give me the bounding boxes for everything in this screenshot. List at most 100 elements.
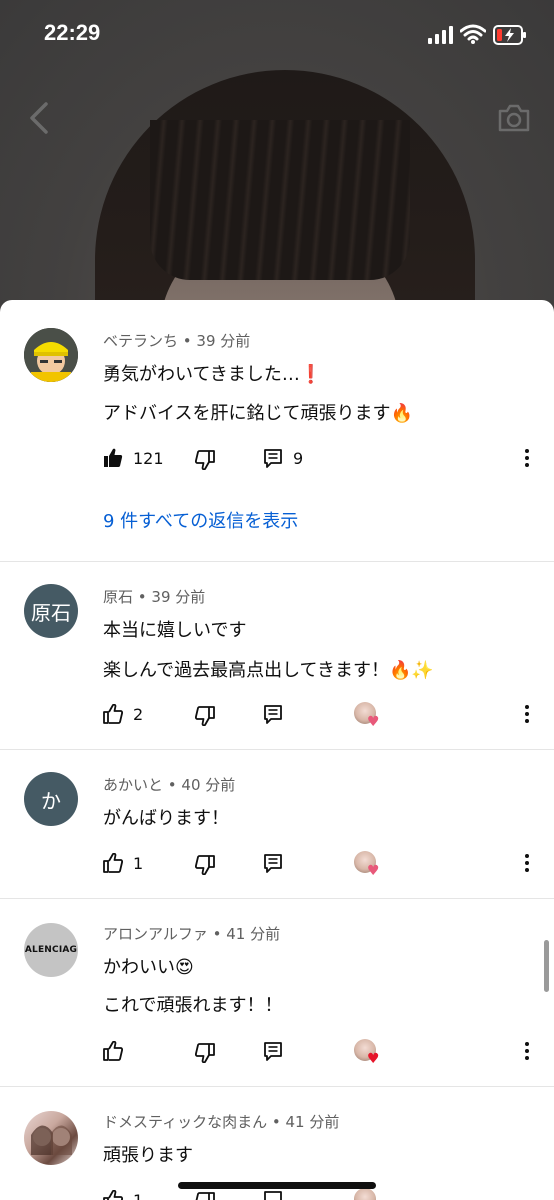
home-indicator[interactable] [178, 1182, 376, 1189]
meta-separator: • [137, 588, 152, 606]
comment-text: 勇気がわいてきました…❗️ [103, 364, 323, 385]
like-button[interactable]: 1 [103, 853, 143, 873]
reply-comment-icon [264, 449, 282, 468]
scrollbar-thumb[interactable] [544, 940, 549, 992]
comment-age: 41 分前 [226, 925, 281, 943]
creator-heart-badge: ♥ [354, 702, 386, 732]
reply-button[interactable] [263, 1041, 283, 1061]
meta-separator: • [212, 925, 227, 943]
comment-text: アドバイスを肝に銘じて頑張ります🔥 [103, 403, 413, 424]
avatar-brand-text: ALENCIAG [24, 945, 78, 955]
reply-count: 9 [293, 448, 304, 468]
more-options-icon[interactable] [519, 853, 535, 873]
back-arrow-icon[interactable] [24, 100, 54, 136]
like-button[interactable]: 121 [103, 448, 164, 468]
comment-meta: ドメスティックな肉まん • 41 分前 [103, 1111, 339, 1132]
avatar[interactable] [24, 1111, 78, 1165]
heart-icon: ♥ [367, 714, 380, 730]
avatar[interactable]: ALENCIAG [24, 923, 78, 977]
reply-button[interactable] [263, 704, 283, 724]
comment-author[interactable]: 原石 [103, 588, 133, 606]
more-options-icon[interactable] [519, 448, 535, 468]
comment-item: か あかいと • 40 分前 がんばります！ 1 ♥ [0, 750, 554, 898]
like-button[interactable]: 2 [103, 704, 143, 724]
avatar-initials: か [41, 788, 61, 813]
creator-avatar [354, 1188, 376, 1200]
reply-button[interactable]: 9 [263, 448, 303, 468]
comments-panel[interactable]: ベテランち • 39 分前 勇気がわいてきました…❗️ アドバイスを肝に銘じて頑… [0, 300, 554, 1200]
avatar-initials: 原石 [31, 600, 71, 625]
thumbs-down-icon [195, 1043, 215, 1063]
avatar[interactable] [24, 328, 78, 382]
dislike-button[interactable] [195, 855, 215, 875]
comment-age: 39 分前 [151, 588, 206, 606]
dislike-button[interactable] [195, 706, 215, 726]
avatar[interactable]: 原石 [24, 584, 78, 638]
battery-charging-icon [493, 25, 526, 45]
reply-comment-icon [264, 705, 282, 724]
comment-author[interactable]: ドメスティックな肉まん [103, 1113, 267, 1131]
status-time: 22:29 [44, 20, 101, 45]
heart-icon: ♥ [367, 1051, 380, 1067]
meta-separator: • [182, 332, 197, 350]
avatar-illustration [24, 328, 78, 382]
comment-age: 40 分前 [181, 776, 236, 794]
thumbs-up-filled-icon [104, 448, 123, 467]
status-bar: 22:29 [0, 0, 554, 70]
meta-separator: • [271, 1113, 286, 1131]
comment-age: 39 分前 [196, 332, 251, 350]
comment-meta: 原石 • 39 分前 [103, 586, 205, 607]
creator-heart-badge: ♥ [354, 851, 386, 881]
reply-comment-icon [264, 854, 282, 873]
more-options-icon[interactable] [519, 704, 535, 724]
thumbs-up-icon [103, 1041, 123, 1061]
comment-item: ALENCIAG アロンアルファ • 41 分前 かわいい😍 これで頑張れます！… [0, 899, 554, 1086]
comment-item: ベテランち • 39 分前 勇気がわいてきました…❗️ アドバイスを肝に銘じて頑… [0, 300, 554, 562]
thumbs-up-icon [103, 1190, 123, 1200]
heart-icon: ♥ [367, 863, 380, 879]
comment-text: がんばります！ [103, 808, 229, 829]
like-button[interactable] [103, 1041, 123, 1061]
dislike-button[interactable] [195, 1043, 215, 1063]
cellular-signal-icon [428, 26, 453, 44]
thumbs-up-icon [103, 704, 123, 724]
comment-text: 頑張ります [103, 1145, 193, 1166]
reply-comment-icon [264, 1191, 282, 1200]
creator-heart-badge: ♥ [354, 1039, 386, 1069]
avatar[interactable]: か [24, 772, 78, 826]
thumbs-down-icon [195, 450, 215, 470]
like-count: 1 [133, 1190, 144, 1200]
camera-icon[interactable] [496, 102, 532, 134]
comment-item: 原石 原石 • 39 分前 本当に嬉しいです 楽しんで過去最高点出してきます！🔥… [0, 562, 554, 749]
comment-author[interactable]: あかいと [103, 776, 163, 794]
comment-text: これで頑張れます！！ [103, 995, 283, 1016]
like-count: 1 [133, 853, 144, 873]
thumbs-up-icon [103, 853, 123, 873]
comment-text: 楽しんで過去最高点出してきます！🔥✨ [103, 660, 434, 681]
reply-button[interactable] [263, 1190, 283, 1200]
comment-text: かわいい😍 [103, 957, 194, 978]
wifi-icon [460, 24, 486, 44]
reply-button[interactable] [263, 853, 283, 873]
dislike-button[interactable] [195, 450, 215, 470]
more-options-icon[interactable] [519, 1041, 535, 1061]
comment-author[interactable]: ベテランち [103, 332, 178, 350]
comment-meta: ベテランち • 39 分前 [103, 330, 250, 351]
like-count: 2 [133, 704, 144, 724]
thumbs-down-icon [195, 855, 215, 875]
dislike-button[interactable] [195, 1192, 215, 1200]
comment-age: 41 分前 [285, 1113, 340, 1131]
avatar-photo [31, 1125, 72, 1155]
creator-heart-badge [354, 1188, 386, 1200]
thumbs-down-icon [195, 706, 215, 726]
comment-author[interactable]: アロンアルファ [103, 925, 208, 943]
video-frame-fringe [150, 120, 410, 280]
like-button[interactable]: 1 [103, 1190, 143, 1200]
view-all-replies-link[interactable]: 9 件すべての返信を表示 [103, 507, 298, 533]
meta-separator: • [167, 776, 182, 794]
like-count: 121 [133, 448, 164, 468]
comment-meta: あかいと • 40 分前 [103, 774, 235, 795]
reply-comment-icon [264, 1042, 282, 1061]
thumbs-down-icon [195, 1192, 215, 1200]
comment-meta: アロンアルファ • 41 分前 [103, 923, 280, 944]
